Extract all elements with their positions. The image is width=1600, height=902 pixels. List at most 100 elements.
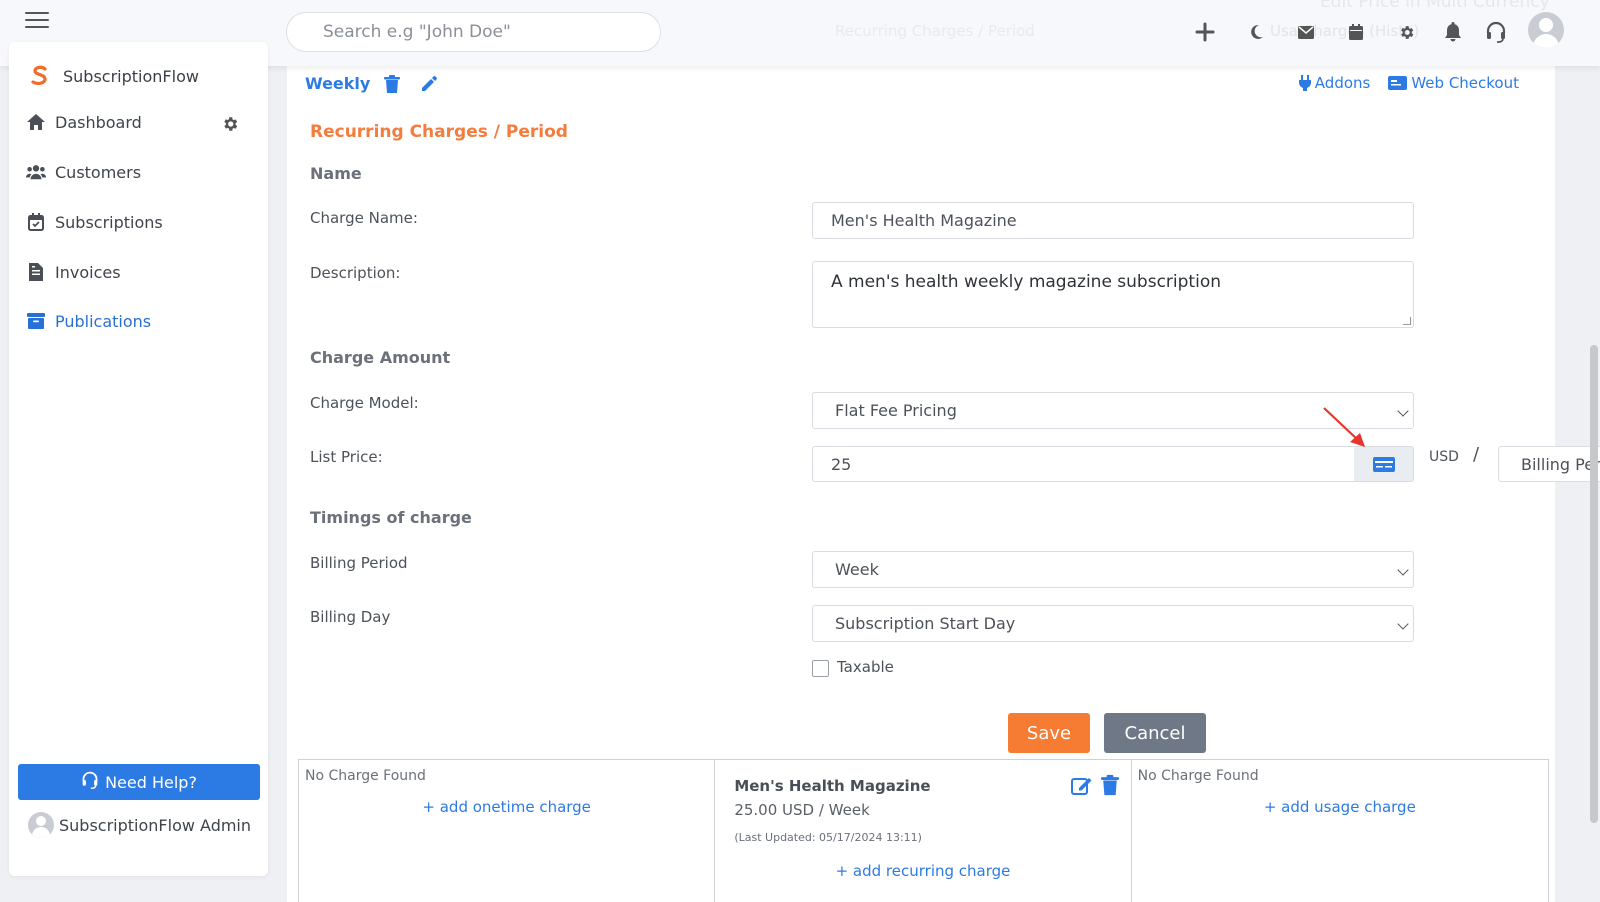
- ghost-breadcrumb: Recurring Charges / Period: [835, 22, 1035, 40]
- add-usage-charge-link[interactable]: + add usage charge: [1132, 798, 1548, 816]
- users-icon: [26, 162, 46, 182]
- need-help-label: Need Help?: [105, 772, 197, 792]
- description-label: Description:: [310, 264, 401, 282]
- need-help-button[interactable]: Need Help?: [18, 764, 260, 800]
- billing-day-value: Subscription Start Day: [835, 614, 1016, 633]
- cancel-button[interactable]: Cancel: [1104, 713, 1206, 753]
- admin-name: SubscriptionFlow Admin: [59, 815, 252, 835]
- sidebar-item-invoices[interactable]: Invoices: [26, 262, 121, 282]
- timing-group-title: Timings of charge: [310, 508, 472, 527]
- charge-name-input[interactable]: Men's Health Magazine: [812, 202, 1414, 239]
- web-checkout-label: Web Checkout: [1411, 74, 1519, 92]
- charge-model-label: Charge Model:: [310, 394, 419, 412]
- credit-card-icon: [1372, 456, 1395, 472]
- sidebar-item-publications[interactable]: Publications: [26, 311, 151, 331]
- archive-icon: [26, 311, 46, 331]
- sidebar-item-customers[interactable]: Customers: [26, 162, 141, 182]
- moon-icon[interactable]: [1243, 19, 1269, 45]
- charge-model-value: Flat Fee Pricing: [835, 401, 957, 420]
- description-value: A men's health weekly magazine subscript…: [831, 272, 1221, 292]
- pencil-icon[interactable]: [420, 75, 438, 93]
- admin-profile[interactable]: SubscriptionFlow Admin: [28, 812, 251, 838]
- calendar-check-icon: [26, 212, 46, 232]
- web-checkout-link[interactable]: Web Checkout: [1388, 74, 1519, 92]
- multi-currency-button[interactable]: [1354, 446, 1414, 482]
- edit-icon[interactable]: [1070, 774, 1093, 796]
- annotation-arrow-icon: [1323, 407, 1365, 447]
- sidebar-item-label: Invoices: [55, 262, 121, 282]
- list-price-value: 25: [831, 454, 852, 474]
- billing-day-label: Billing Day: [310, 608, 391, 626]
- taxable-label: Taxable: [837, 658, 894, 676]
- recurring-charge-name: Men's Health Magazine: [734, 777, 931, 795]
- sidebar-item-dashboard[interactable]: Dashboard: [26, 112, 142, 132]
- subscriptionflow-logo-icon: [31, 65, 47, 86]
- recurring-charge-price: 25.00 USD / Week: [734, 801, 870, 819]
- trash-icon[interactable]: [1100, 774, 1123, 796]
- list-price-label: List Price:: [310, 448, 383, 466]
- save-button[interactable]: Save: [1008, 713, 1090, 753]
- addons-link[interactable]: Addons: [1298, 74, 1371, 92]
- recurring-charge-updated: (Last Updated: 05/17/2024 13:11): [734, 831, 922, 844]
- headset-icon[interactable]: [1483, 19, 1509, 45]
- sidebar-item-label: Subscriptions: [55, 212, 163, 232]
- billing-day-select[interactable]: Subscription Start Day: [812, 605, 1414, 642]
- plug-icon: [1298, 75, 1311, 91]
- calendar-icon[interactable]: [1343, 19, 1369, 45]
- mail-icon[interactable]: [1293, 19, 1319, 45]
- charge-name-value: Men's Health Magazine: [831, 211, 1017, 230]
- brand[interactable]: SubscriptionFlow: [27, 64, 199, 88]
- avatar: [28, 812, 54, 838]
- taxable-checkbox[interactable]: [812, 660, 829, 677]
- price-per-value: Billing Period: [1521, 454, 1600, 474]
- billing-period-label: Billing Period: [310, 554, 408, 572]
- addons-label: Addons: [1314, 74, 1371, 92]
- plan-header: Weekly: [305, 74, 456, 93]
- hamburger-menu-icon[interactable]: [25, 12, 49, 30]
- sidebar-item-subscriptions[interactable]: Subscriptions: [26, 212, 163, 232]
- plus-icon[interactable]: [1192, 19, 1218, 45]
- chevron-down-icon: [1397, 617, 1409, 630]
- main-panel: Weekly Addons Web Checkout Recurring Cha…: [287, 66, 1600, 902]
- recurring-charge-actions: [1063, 774, 1123, 796]
- gear-icon[interactable]: [1393, 19, 1419, 45]
- home-icon: [26, 112, 46, 132]
- bell-icon[interactable]: [1440, 19, 1466, 45]
- dashboard-settings-gear-icon[interactable]: [221, 115, 239, 133]
- usage-empty-text: No Charge Found: [1137, 768, 1259, 784]
- currency-label: USD: [1429, 449, 1459, 465]
- ghost-title: Edit Price in Multi Currency: [1320, 0, 1550, 12]
- sidebar: SubscriptionFlow Dashboard Customers Sub…: [9, 42, 268, 876]
- brand-name: SubscriptionFlow: [63, 66, 199, 86]
- sidebar-item-label: Publications: [55, 311, 152, 331]
- add-onetime-charge-link[interactable]: + add onetime charge: [299, 798, 714, 816]
- section-title: Recurring Charges / Period: [310, 122, 568, 142]
- list-price-input[interactable]: 25: [812, 446, 1355, 482]
- charges-panel: No Charge Found + add onetime charge Men…: [298, 759, 1549, 902]
- chevron-down-icon: [1397, 404, 1409, 417]
- billing-period-select[interactable]: Week: [812, 551, 1414, 588]
- onetime-empty-text: No Charge Found: [305, 768, 426, 784]
- per-separator: /: [1473, 444, 1480, 465]
- description-textarea[interactable]: A men's health weekly magazine subscript…: [812, 261, 1414, 328]
- chevron-down-icon: [1397, 563, 1409, 576]
- price-per-select[interactable]: Billing Period: [1498, 446, 1600, 482]
- page-scrollbar[interactable]: [1590, 345, 1598, 823]
- onetime-charges-column: No Charge Found + add onetime charge: [299, 760, 716, 902]
- invoice-icon: [26, 262, 46, 282]
- add-recurring-charge-link[interactable]: + add recurring charge: [715, 862, 1130, 880]
- user-avatar[interactable]: [1528, 12, 1564, 48]
- charge-name-label: Charge Name:: [310, 209, 418, 227]
- name-group-title: Name: [310, 164, 362, 183]
- headset-icon: [81, 771, 99, 793]
- sidebar-item-label: Dashboard: [55, 112, 142, 132]
- trash-icon[interactable]: [384, 74, 402, 93]
- plan-name[interactable]: Weekly: [305, 74, 370, 93]
- credit-card-icon: [1388, 76, 1408, 90]
- usage-charges-column: No Charge Found + add usage charge: [1132, 760, 1548, 902]
- resize-handle[interactable]: [1403, 317, 1411, 325]
- recurring-charges-column: Men's Health Magazine 25.00 USD / Week (…: [715, 760, 1132, 902]
- search-input[interactable]: [286, 12, 661, 52]
- header-links: Addons Web Checkout: [1281, 74, 1519, 92]
- sidebar-item-label: Customers: [55, 162, 142, 182]
